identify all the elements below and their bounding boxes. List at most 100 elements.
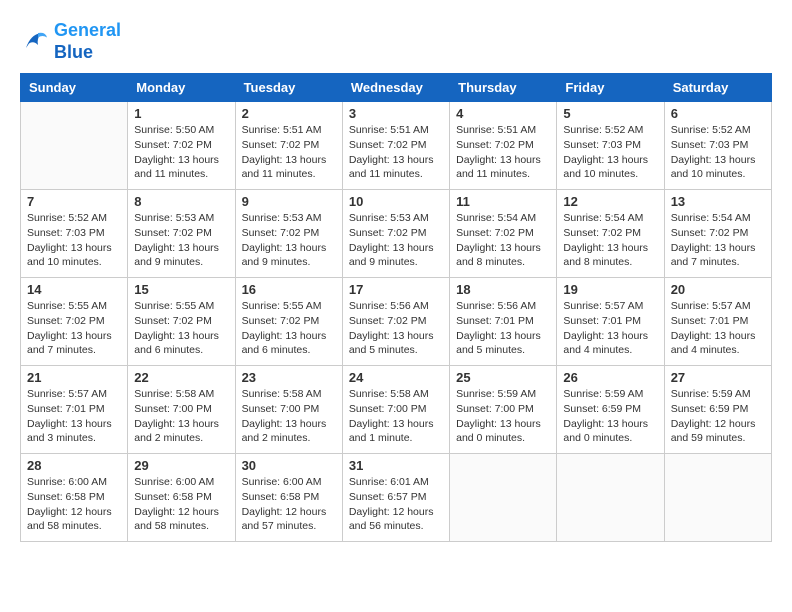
day-number: 24	[349, 370, 443, 385]
day-number: 2	[242, 106, 336, 121]
day-detail: Sunrise: 5:56 AM Sunset: 7:02 PM Dayligh…	[349, 299, 443, 358]
calendar-cell: 6 Sunrise: 5:52 AM Sunset: 7:03 PM Daylig…	[664, 102, 771, 190]
day-number: 26	[563, 370, 657, 385]
day-detail: Sunrise: 5:56 AM Sunset: 7:01 PM Dayligh…	[456, 299, 550, 358]
day-number: 22	[134, 370, 228, 385]
weekday-header-thursday: Thursday	[450, 74, 557, 102]
day-detail: Sunrise: 5:52 AM Sunset: 7:03 PM Dayligh…	[671, 123, 765, 182]
day-number: 27	[671, 370, 765, 385]
day-number: 3	[349, 106, 443, 121]
day-detail: Sunrise: 5:53 AM Sunset: 7:02 PM Dayligh…	[134, 211, 228, 270]
day-number: 9	[242, 194, 336, 209]
calendar-cell: 5 Sunrise: 5:52 AM Sunset: 7:03 PM Daylig…	[557, 102, 664, 190]
day-detail: Sunrise: 5:54 AM Sunset: 7:02 PM Dayligh…	[456, 211, 550, 270]
day-number: 12	[563, 194, 657, 209]
calendar-cell: 17 Sunrise: 5:56 AM Sunset: 7:02 PM Dayli…	[342, 278, 449, 366]
calendar-cell: 13 Sunrise: 5:54 AM Sunset: 7:02 PM Dayli…	[664, 190, 771, 278]
calendar-cell: 7Sunrise: 5:52 AM Sunset: 7:03 PM Daylig…	[21, 190, 128, 278]
calendar-cell	[664, 454, 771, 542]
calendar-cell: 14 Sunrise: 5:55 AM Sunset: 7:02 PM Dayli…	[21, 278, 128, 366]
calendar-cell: 26 Sunrise: 5:59 AM Sunset: 6:59 PM Dayli…	[557, 366, 664, 454]
calendar-cell: 15Sunrise: 5:55 AM Sunset: 7:02 PM Dayli…	[128, 278, 235, 366]
day-number: 21	[27, 370, 121, 385]
logo-icon	[20, 27, 50, 57]
day-detail: Sunrise: 5:51 AM Sunset: 7:02 PM Dayligh…	[349, 123, 443, 182]
day-detail: Sunrise: 5:59 AM Sunset: 6:59 PM Dayligh…	[563, 387, 657, 446]
day-number: 6	[671, 106, 765, 121]
day-detail: Sunrise: 5:51 AM Sunset: 7:02 PM Dayligh…	[456, 123, 550, 182]
calendar-cell: 2 Sunrise: 5:51 AM Sunset: 7:02 PM Daylig…	[235, 102, 342, 190]
day-number: 18	[456, 282, 550, 297]
calendar-cell: 21 Sunrise: 5:57 AM Sunset: 7:01 PM Dayli…	[21, 366, 128, 454]
day-detail: Sunrise: 5:53 AM Sunset: 7:02 PM Dayligh…	[349, 211, 443, 270]
day-number: 10	[349, 194, 443, 209]
day-detail: Sunrise: 5:54 AM Sunset: 7:02 PM Dayligh…	[563, 211, 657, 270]
calendar-cell: 11 Sunrise: 5:54 AM Sunset: 7:02 PM Dayli…	[450, 190, 557, 278]
weekday-header-friday: Friday	[557, 74, 664, 102]
calendar-cell	[21, 102, 128, 190]
week-row-4: 21 Sunrise: 5:57 AM Sunset: 7:01 PM Dayli…	[21, 366, 772, 454]
weekday-header-sunday: Sunday	[21, 74, 128, 102]
day-detail: Sunrise: 6:00 AM Sunset: 6:58 PM Dayligh…	[134, 475, 228, 534]
week-row-5: 28 Sunrise: 6:00 AM Sunset: 6:58 PM Dayli…	[21, 454, 772, 542]
day-detail: Sunrise: 5:58 AM Sunset: 7:00 PM Dayligh…	[242, 387, 336, 446]
week-row-2: 7Sunrise: 5:52 AM Sunset: 7:03 PM Daylig…	[21, 190, 772, 278]
day-number: 31	[349, 458, 443, 473]
calendar-cell: 9 Sunrise: 5:53 AM Sunset: 7:02 PM Daylig…	[235, 190, 342, 278]
day-detail: Sunrise: 5:58 AM Sunset: 7:00 PM Dayligh…	[349, 387, 443, 446]
weekday-header-monday: Monday	[128, 74, 235, 102]
day-detail: Sunrise: 5:52 AM Sunset: 7:03 PM Dayligh…	[563, 123, 657, 182]
calendar-cell	[557, 454, 664, 542]
day-number: 13	[671, 194, 765, 209]
calendar-cell: 1Sunrise: 5:50 AM Sunset: 7:02 PM Daylig…	[128, 102, 235, 190]
day-detail: Sunrise: 6:01 AM Sunset: 6:57 PM Dayligh…	[349, 475, 443, 534]
day-detail: Sunrise: 5:50 AM Sunset: 7:02 PM Dayligh…	[134, 123, 228, 182]
page-header: General Blue	[20, 20, 772, 63]
calendar-cell: 31 Sunrise: 6:01 AM Sunset: 6:57 PM Dayli…	[342, 454, 449, 542]
weekday-header-wednesday: Wednesday	[342, 74, 449, 102]
day-detail: Sunrise: 5:57 AM Sunset: 7:01 PM Dayligh…	[671, 299, 765, 358]
calendar-cell: 25 Sunrise: 5:59 AM Sunset: 7:00 PM Dayli…	[450, 366, 557, 454]
calendar-cell: 19 Sunrise: 5:57 AM Sunset: 7:01 PM Dayli…	[557, 278, 664, 366]
calendar-cell: 28Sunrise: 6:00 AM Sunset: 6:58 PM Dayli…	[21, 454, 128, 542]
day-number: 19	[563, 282, 657, 297]
day-detail: Sunrise: 5:55 AM Sunset: 7:02 PM Dayligh…	[242, 299, 336, 358]
calendar-cell: 4 Sunrise: 5:51 AM Sunset: 7:02 PM Daylig…	[450, 102, 557, 190]
day-number: 7	[27, 194, 121, 209]
week-row-1: 1Sunrise: 5:50 AM Sunset: 7:02 PM Daylig…	[21, 102, 772, 190]
day-number: 17	[349, 282, 443, 297]
day-number: 4	[456, 106, 550, 121]
weekday-header-saturday: Saturday	[664, 74, 771, 102]
calendar-cell: 3 Sunrise: 5:51 AM Sunset: 7:02 PM Daylig…	[342, 102, 449, 190]
calendar-cell: 20 Sunrise: 5:57 AM Sunset: 7:01 PM Dayli…	[664, 278, 771, 366]
week-row-3: 14 Sunrise: 5:55 AM Sunset: 7:02 PM Dayli…	[21, 278, 772, 366]
day-detail: Sunrise: 5:57 AM Sunset: 7:01 PM Dayligh…	[563, 299, 657, 358]
calendar-cell: 18 Sunrise: 5:56 AM Sunset: 7:01 PM Dayli…	[450, 278, 557, 366]
calendar-cell	[450, 454, 557, 542]
day-detail: Sunrise: 5:59 AM Sunset: 6:59 PM Dayligh…	[671, 387, 765, 446]
calendar-table: SundayMondayTuesdayWednesdayThursdayFrid…	[20, 73, 772, 542]
day-number: 28	[27, 458, 121, 473]
day-detail: Sunrise: 5:59 AM Sunset: 7:00 PM Dayligh…	[456, 387, 550, 446]
day-number: 14	[27, 282, 121, 297]
calendar-cell: 16 Sunrise: 5:55 AM Sunset: 7:02 PM Dayli…	[235, 278, 342, 366]
day-number: 29	[134, 458, 228, 473]
day-detail: Sunrise: 5:51 AM Sunset: 7:02 PM Dayligh…	[242, 123, 336, 182]
day-detail: Sunrise: 5:54 AM Sunset: 7:02 PM Dayligh…	[671, 211, 765, 270]
calendar-cell: 8 Sunrise: 5:53 AM Sunset: 7:02 PM Daylig…	[128, 190, 235, 278]
day-number: 20	[671, 282, 765, 297]
day-number: 30	[242, 458, 336, 473]
day-number: 11	[456, 194, 550, 209]
day-number: 8	[134, 194, 228, 209]
day-detail: Sunrise: 6:00 AM Sunset: 6:58 PM Dayligh…	[242, 475, 336, 534]
day-number: 5	[563, 106, 657, 121]
weekday-header-tuesday: Tuesday	[235, 74, 342, 102]
day-number: 15	[134, 282, 228, 297]
day-detail: Sunrise: 5:55 AM Sunset: 7:02 PM Dayligh…	[27, 299, 121, 358]
day-detail: Sunrise: 5:53 AM Sunset: 7:02 PM Dayligh…	[242, 211, 336, 270]
calendar-cell: 27 Sunrise: 5:59 AM Sunset: 6:59 PM Dayli…	[664, 366, 771, 454]
day-number: 25	[456, 370, 550, 385]
calendar-cell: 23Sunrise: 5:58 AM Sunset: 7:00 PM Dayli…	[235, 366, 342, 454]
day-detail: Sunrise: 5:57 AM Sunset: 7:01 PM Dayligh…	[27, 387, 121, 446]
day-number: 16	[242, 282, 336, 297]
